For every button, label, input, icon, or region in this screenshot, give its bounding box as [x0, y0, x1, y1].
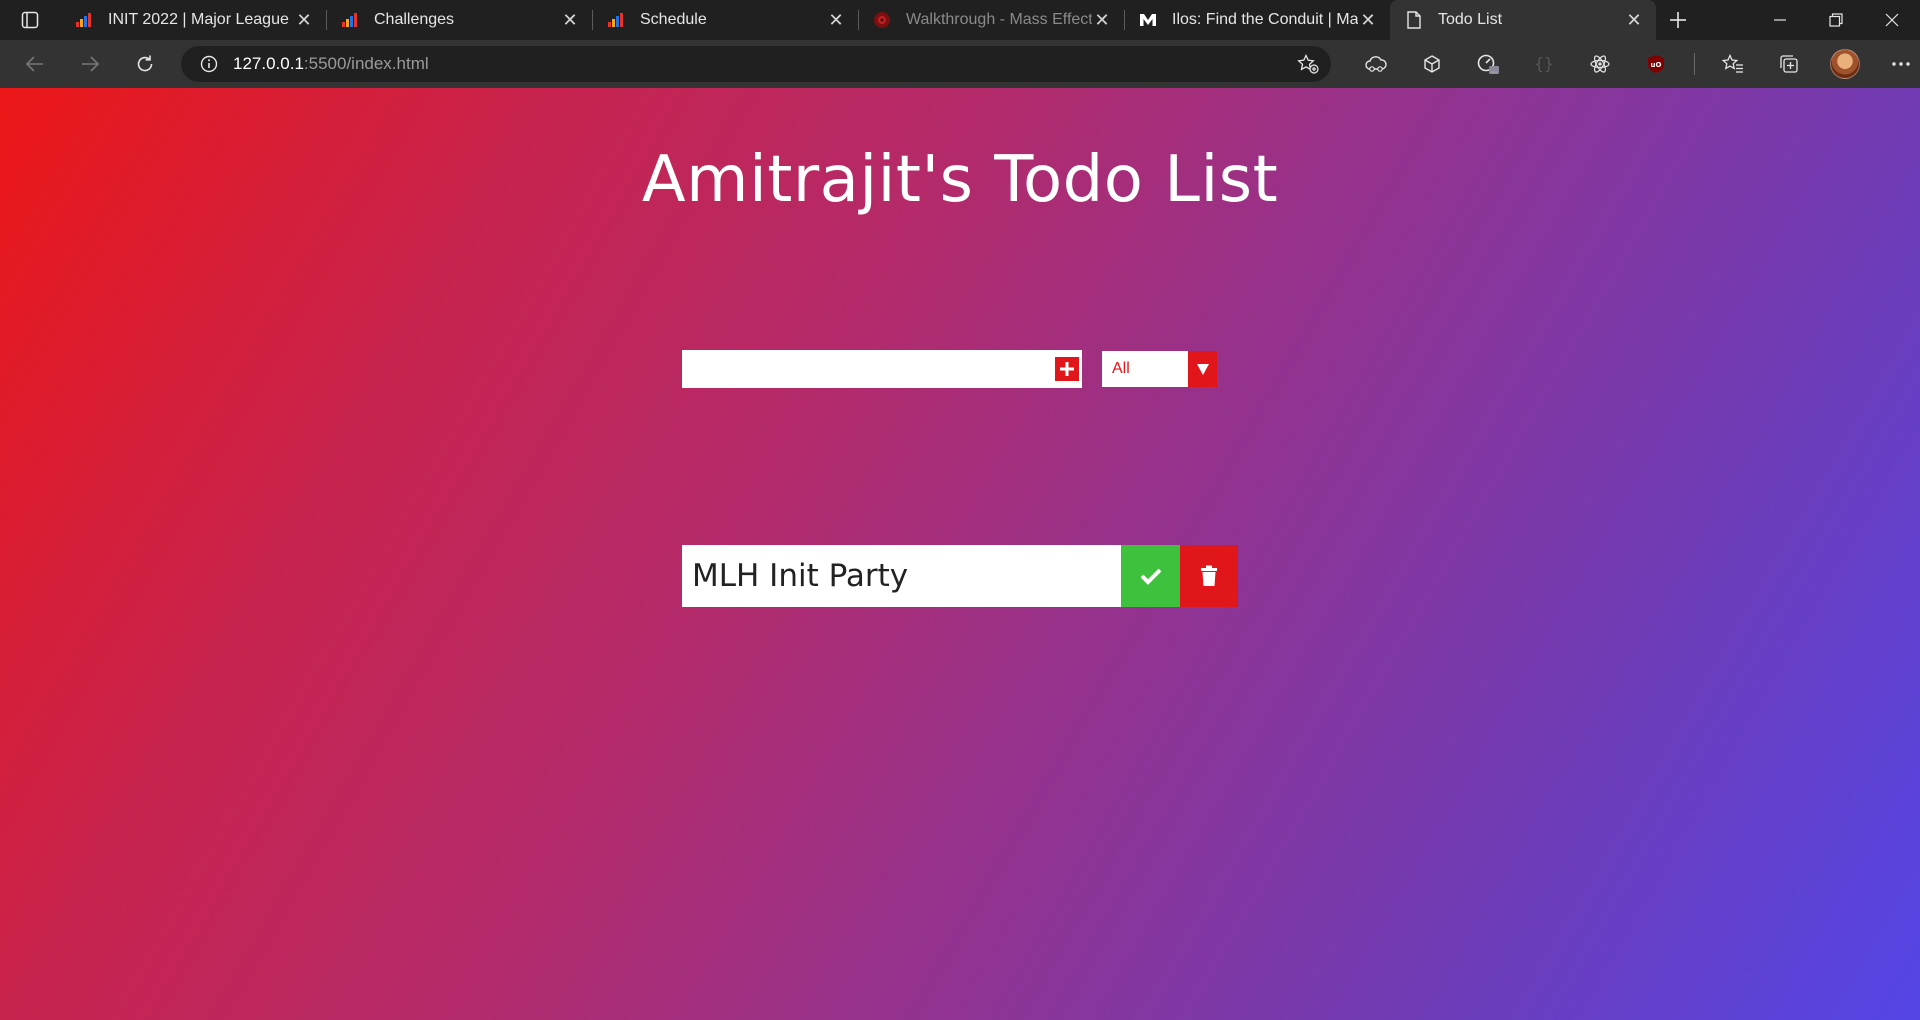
todo-item: MLH Init Party — [682, 545, 1238, 607]
settings-menu-button[interactable] — [1873, 40, 1920, 88]
mlh-icon — [74, 10, 94, 30]
minimize-button[interactable] — [1752, 0, 1808, 40]
check-icon — [1140, 568, 1161, 585]
back-button[interactable] — [15, 44, 55, 84]
filter-selected-value: All — [1102, 351, 1188, 387]
page-content: Amitrajit's Todo List All MLH Init Party — [0, 88, 1920, 1020]
collections-icon — [1780, 55, 1798, 73]
mlh-icon — [606, 10, 626, 30]
svg-text:uO: uO — [1651, 61, 1662, 69]
svg-text:...: ... — [1491, 68, 1497, 75]
refresh-icon — [137, 55, 153, 72]
tab-challenges[interactable]: Challenges ✕ — [326, 0, 592, 40]
tab-title: Schedule — [640, 11, 707, 28]
new-tab-button[interactable] — [1656, 0, 1700, 40]
url-host: 127.0.0.1 — [233, 54, 304, 73]
close-tab-icon[interactable]: ✕ — [826, 10, 846, 30]
tab-list: INIT 2022 | Major League H ✕ Challenges … — [60, 0, 1656, 40]
tab-actions-icon — [21, 11, 39, 29]
mass-effect-icon — [872, 10, 892, 30]
window-controls — [1752, 0, 1920, 40]
todo-text: MLH Init Party — [682, 545, 1121, 607]
extension-react-icon[interactable] — [1572, 40, 1628, 88]
site-info-icon[interactable] — [185, 55, 233, 73]
close-tab-icon[interactable]: ✕ — [1358, 10, 1378, 30]
close-tab-icon[interactable]: ✕ — [560, 10, 580, 30]
tab-todo-list[interactable]: Todo List ✕ — [1390, 0, 1656, 40]
address-bar[interactable]: 127.0.0.1:5500/index.html — [181, 46, 1331, 82]
close-window-button[interactable] — [1864, 0, 1920, 40]
close-tab-icon[interactable]: ✕ — [1624, 10, 1644, 30]
extension-cube-icon[interactable] — [1404, 40, 1460, 88]
complete-todo-button[interactable] — [1121, 545, 1180, 607]
profile-button[interactable] — [1817, 40, 1873, 88]
restore-icon — [1829, 13, 1843, 27]
document-icon — [1404, 10, 1424, 30]
close-tab-icon[interactable]: ✕ — [294, 10, 314, 30]
plus-square-icon — [1055, 357, 1079, 381]
forward-button[interactable] — [70, 44, 110, 84]
tab-ilos[interactable]: Ilos: Find the Conduit | Mas ✕ — [1124, 0, 1390, 40]
collections-button[interactable] — [1761, 40, 1817, 88]
refresh-button[interactable] — [125, 44, 165, 84]
tab-title: Challenges — [374, 11, 455, 28]
extension-gauge-icon[interactable]: ... — [1460, 40, 1516, 88]
close-tab-icon[interactable]: ✕ — [1092, 10, 1112, 30]
mlh-icon — [340, 10, 360, 30]
m-logo-icon — [1138, 10, 1158, 30]
url-path: :5500/index.html — [303, 54, 429, 73]
trash-icon — [1201, 565, 1217, 586]
avatar — [1830, 49, 1860, 79]
browser-toolbar: 127.0.0.1:5500/index.html ... {} uO — [0, 40, 1920, 88]
tab-title: Ilos: Find the Conduit | Mas — [1172, 11, 1358, 28]
minimize-icon — [1774, 19, 1786, 21]
delete-todo-button[interactable] — [1180, 545, 1238, 607]
extensions-row: ... {} uO — [1348, 40, 1920, 88]
more-options-icon — [1892, 62, 1910, 66]
close-icon — [1885, 13, 1899, 27]
todo-input[interactable] — [682, 350, 1052, 388]
restore-button[interactable] — [1808, 0, 1864, 40]
tab-title: Todo List — [1438, 11, 1503, 28]
extension-ublock-icon[interactable]: uO — [1628, 40, 1684, 88]
forward-arrow-icon — [82, 56, 100, 72]
favorites-button[interactable] — [1705, 40, 1761, 88]
extension-cloud-icon[interactable] — [1348, 40, 1404, 88]
back-arrow-icon — [25, 56, 43, 72]
url-text: 127.0.0.1:5500/index.html — [233, 54, 429, 74]
add-favorite-icon[interactable] — [1297, 53, 1319, 79]
extension-braces-icon[interactable]: {} — [1516, 40, 1572, 88]
favorites-icon — [1722, 54, 1743, 73]
toolbar-separator — [1694, 53, 1695, 75]
tab-title: INIT 2022 | Major League H — [108, 11, 294, 28]
svg-text:{}: {} — [1534, 54, 1553, 73]
add-todo-button[interactable] — [1052, 350, 1082, 388]
tab-actions-button[interactable] — [0, 0, 60, 40]
tab-title: Walkthrough - Mass Effect V — [906, 11, 1092, 28]
tab-init-2022[interactable]: INIT 2022 | Major League H ✕ — [60, 0, 326, 40]
plus-icon — [1670, 12, 1686, 28]
tab-walkthrough[interactable]: Walkthrough - Mass Effect V ✕ — [858, 0, 1124, 40]
tab-schedule[interactable]: Schedule ✕ — [592, 0, 858, 40]
filter-select[interactable]: All — [1102, 351, 1217, 387]
page-title: Amitrajit's Todo List — [641, 143, 1279, 217]
dropdown-arrow-icon[interactable] — [1188, 351, 1217, 387]
browser-tab-strip: INIT 2022 | Major League H ✕ Challenges … — [0, 0, 1920, 40]
